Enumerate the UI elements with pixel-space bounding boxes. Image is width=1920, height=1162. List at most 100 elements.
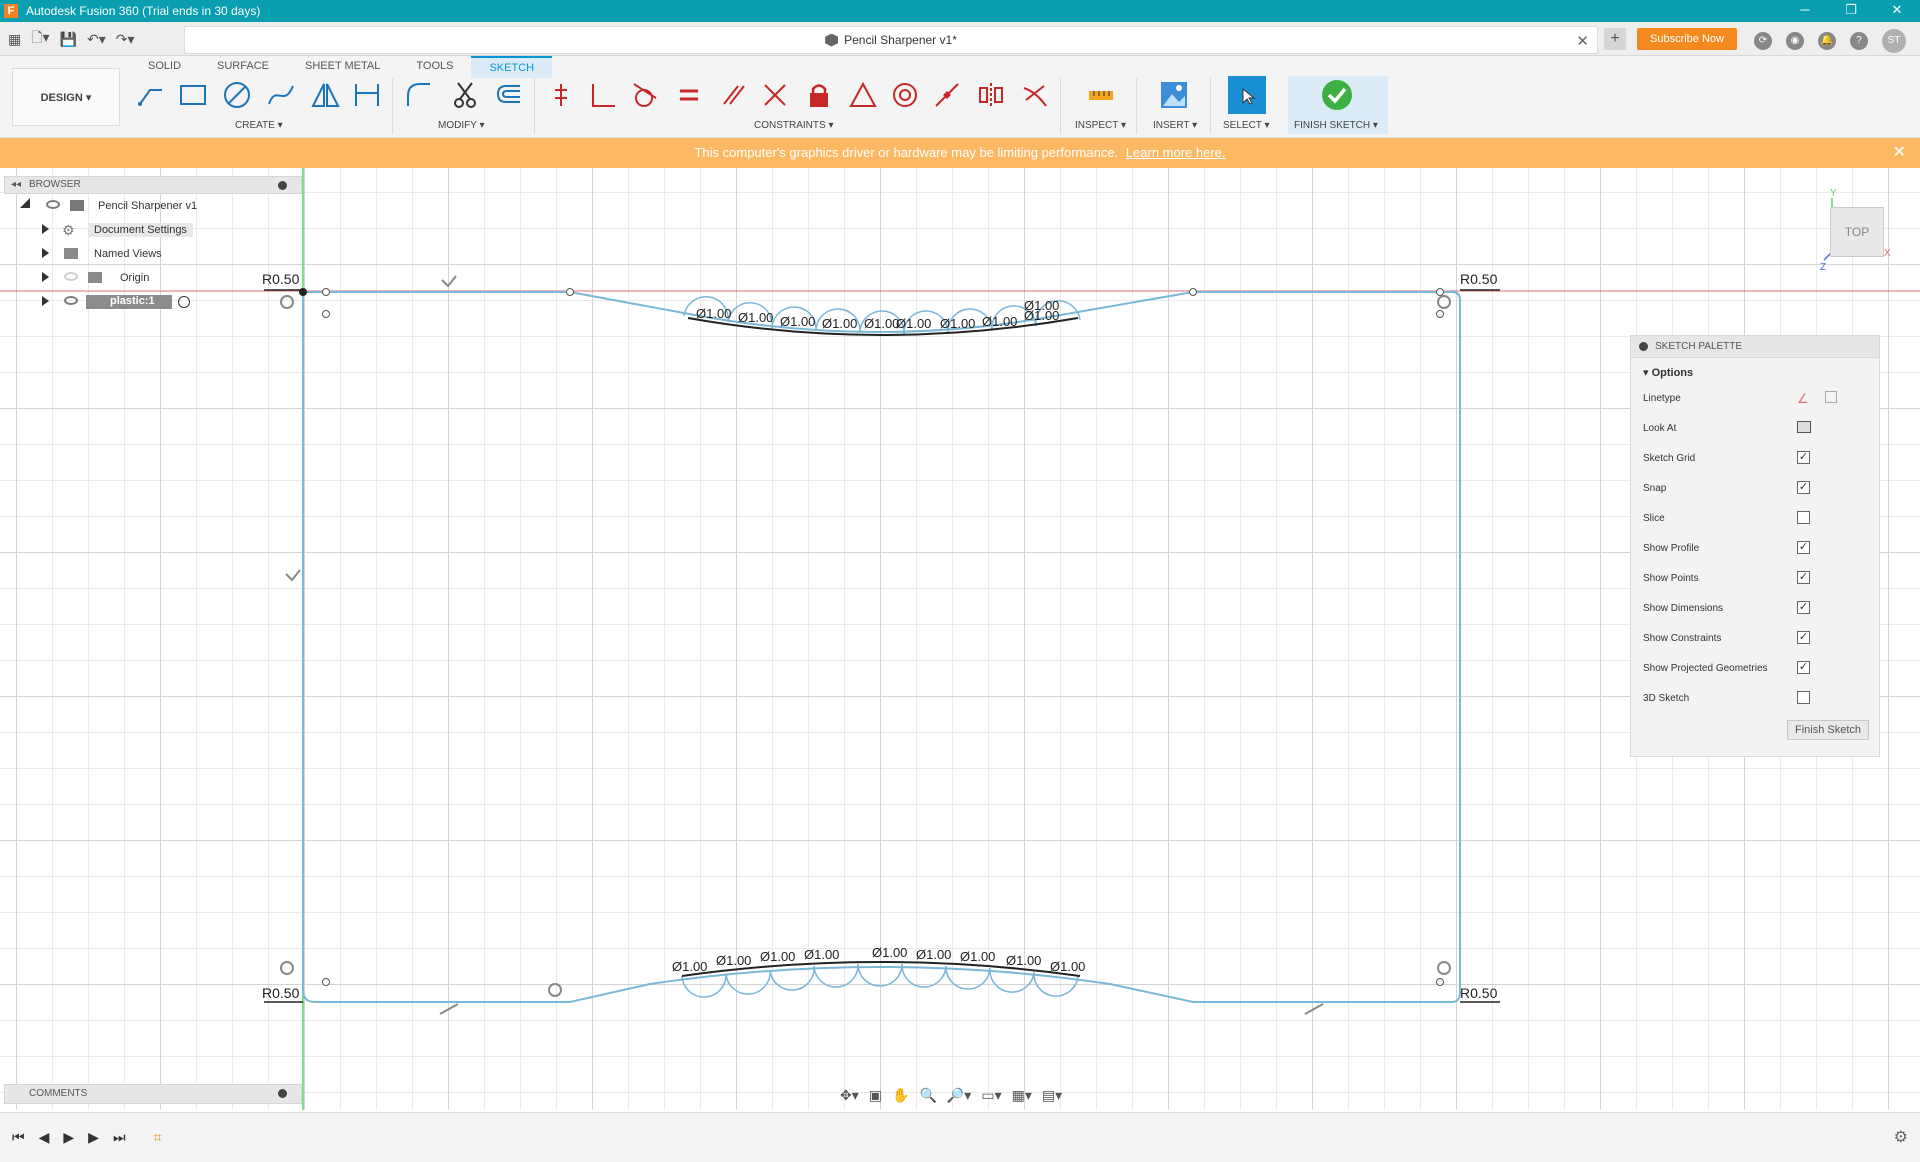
- play-icon[interactable]: ▶: [63, 1129, 74, 1146]
- construction-linetype-icon[interactable]: ∠: [1797, 391, 1809, 407]
- file-menu-icon[interactable]: 🗋▾: [31, 27, 49, 51]
- rectangle-tool-icon[interactable]: [176, 78, 210, 112]
- spline-tool-icon[interactable]: [264, 78, 298, 112]
- sketch-palette-header[interactable]: SKETCH PALETTE: [1631, 336, 1879, 358]
- restore-button[interactable]: ❐: [1828, 0, 1874, 22]
- perpendicular-constraint-icon[interactable]: [586, 78, 620, 112]
- timeline-sketch-feature-icon[interactable]: ⌗: [154, 1129, 162, 1146]
- orbit-icon[interactable]: ✥▾: [840, 1087, 859, 1104]
- browser-item-body[interactable]: plastic:1: [4, 290, 302, 314]
- job-status-icon[interactable]: ◉: [1786, 32, 1804, 50]
- sketch-grid-checkbox[interactable]: ✓: [1797, 451, 1810, 464]
- document-tab[interactable]: Pencil Sharpener v1* ✕: [184, 26, 1598, 54]
- zoom-window-icon[interactable]: 🔎▾: [947, 1087, 971, 1104]
- viewports-icon[interactable]: ▤▾: [1042, 1087, 1062, 1104]
- snap-checkbox[interactable]: ✓: [1797, 481, 1810, 494]
- add-comment-icon[interactable]: [278, 1089, 287, 1098]
- visibility-eye-icon[interactable]: [64, 296, 78, 305]
- finish-sketch-icon[interactable]: [1320, 78, 1354, 112]
- browser-item-origin[interactable]: Origin: [4, 266, 302, 290]
- collapsed-arrow-icon[interactable]: [42, 272, 49, 282]
- save-icon[interactable]: 💾: [60, 31, 77, 48]
- midpoint-constraint-icon[interactable]: [930, 78, 964, 112]
- notifications-icon[interactable]: 🔔: [1818, 32, 1836, 50]
- parallel-constraint-icon[interactable]: [716, 78, 750, 112]
- collapsed-arrow-icon[interactable]: [42, 296, 49, 306]
- browser-item-document-settings[interactable]: ⚙ Document Settings: [4, 218, 302, 242]
- finish-sketch-button[interactable]: Finish Sketch: [1787, 720, 1869, 740]
- browser-item-root[interactable]: Pencil Sharpener v1: [4, 194, 302, 218]
- timeline-settings-gear-icon[interactable]: ⚙: [1894, 1127, 1908, 1147]
- visibility-eye-icon[interactable]: [46, 200, 60, 209]
- show-points-checkbox[interactable]: ✓: [1797, 571, 1810, 584]
- slice-checkbox[interactable]: [1797, 511, 1810, 524]
- hidden-eye-icon[interactable]: [64, 272, 78, 281]
- insert-image-icon[interactable]: [1157, 78, 1191, 112]
- undo-icon[interactable]: ↶▾: [87, 31, 106, 48]
- collapse-browser-icon[interactable]: ◂◂: [11, 177, 21, 193]
- tab-solid[interactable]: SOLID: [130, 56, 199, 78]
- close-window-button[interactable]: ✕: [1874, 0, 1920, 22]
- look-at-icon[interactable]: [1797, 421, 1811, 433]
- centerline-linetype-icon[interactable]: [1825, 391, 1837, 403]
- user-avatar[interactable]: ST: [1882, 29, 1906, 53]
- options-section-toggle[interactable]: ▾ Options: [1631, 358, 1879, 385]
- look-at-nav-icon[interactable]: ▣: [869, 1087, 882, 1104]
- comments-panel[interactable]: COMMENTS: [4, 1084, 302, 1104]
- zoom-icon[interactable]: 🔍: [919, 1087, 936, 1104]
- equal-constraint-icon[interactable]: [672, 78, 706, 112]
- data-panel-grid-icon[interactable]: ▦: [8, 31, 21, 48]
- inspect-menu[interactable]: INSPECT ▾: [1075, 120, 1126, 131]
- browser-header[interactable]: ◂◂ BROWSER: [4, 176, 302, 194]
- show-dimensions-checkbox[interactable]: ✓: [1797, 601, 1810, 614]
- symmetry-constraint-icon[interactable]: [974, 78, 1008, 112]
- learn-more-link[interactable]: Learn more here.: [1126, 145, 1226, 160]
- constraints-menu[interactable]: CONSTRAINTS ▾: [754, 120, 833, 131]
- show-constraints-checkbox[interactable]: ✓: [1797, 631, 1810, 644]
- minimize-button[interactable]: ─: [1782, 0, 1828, 22]
- fillet-tool-icon[interactable]: [402, 78, 436, 112]
- tab-tools[interactable]: TOOLS: [398, 56, 471, 78]
- workspace-switcher[interactable]: DESIGN ▾: [12, 68, 120, 126]
- sketch-profile[interactable]: [302, 291, 1461, 1003]
- insert-menu[interactable]: INSERT ▾: [1153, 120, 1197, 131]
- grid-settings-icon[interactable]: ▦▾: [1012, 1087, 1032, 1104]
- measure-tool-icon[interactable]: [1084, 78, 1118, 112]
- fix-constraint-icon[interactable]: [544, 78, 578, 112]
- go-to-start-icon[interactable]: ⏮: [12, 1129, 25, 1146]
- palette-options-icon[interactable]: [1639, 342, 1648, 351]
- help-icon[interactable]: ?: [1850, 32, 1868, 50]
- finish-sketch-menu[interactable]: FINISH SKETCH ▾: [1294, 120, 1378, 131]
- redo-icon[interactable]: ↷▾: [116, 31, 135, 48]
- view-cube[interactable]: TOP: [1830, 207, 1884, 257]
- show-projected-geometries-checkbox[interactable]: ✓: [1797, 661, 1810, 674]
- subscribe-now-button[interactable]: Subscribe Now: [1637, 28, 1737, 50]
- trim-tool-icon[interactable]: [448, 78, 482, 112]
- offset-tool-icon[interactable]: [492, 78, 526, 112]
- browser-options-icon[interactable]: [278, 181, 287, 190]
- pan-icon[interactable]: ✋: [892, 1087, 909, 1104]
- select-tool-icon[interactable]: [1228, 76, 1266, 114]
- activate-radio-icon[interactable]: [178, 296, 190, 308]
- tab-sketch[interactable]: SKETCH: [471, 56, 553, 78]
- lock-constraint-icon[interactable]: [802, 78, 836, 112]
- mirror-tool-icon[interactable]: [308, 78, 342, 112]
- step-forward-icon[interactable]: ▶: [88, 1129, 99, 1146]
- new-tab-button[interactable]: +: [1604, 28, 1626, 50]
- go-to-end-icon[interactable]: ⏭: [113, 1129, 126, 1146]
- tab-sheet-metal[interactable]: SHEET METAL: [287, 56, 398, 78]
- modify-menu[interactable]: MODIFY ▾: [438, 120, 485, 131]
- collapsed-arrow-icon[interactable]: [42, 248, 49, 258]
- browser-item-named-views[interactable]: Named Views: [4, 242, 302, 266]
- coincident-x-constraint-icon[interactable]: [758, 78, 792, 112]
- line-tool-icon[interactable]: [134, 78, 168, 112]
- show-profile-checkbox[interactable]: ✓: [1797, 541, 1810, 554]
- close-tab-icon[interactable]: ✕: [1576, 32, 1589, 50]
- circle-tool-icon[interactable]: [220, 78, 254, 112]
- tab-surface[interactable]: SURFACE: [199, 56, 287, 78]
- 3d-sketch-checkbox[interactable]: [1797, 691, 1810, 704]
- create-menu[interactable]: CREATE ▾: [235, 120, 283, 131]
- triangle-constraint-icon[interactable]: [846, 78, 880, 112]
- collapsed-arrow-icon[interactable]: [42, 224, 49, 234]
- sketch-dimension-icon[interactable]: [350, 78, 384, 112]
